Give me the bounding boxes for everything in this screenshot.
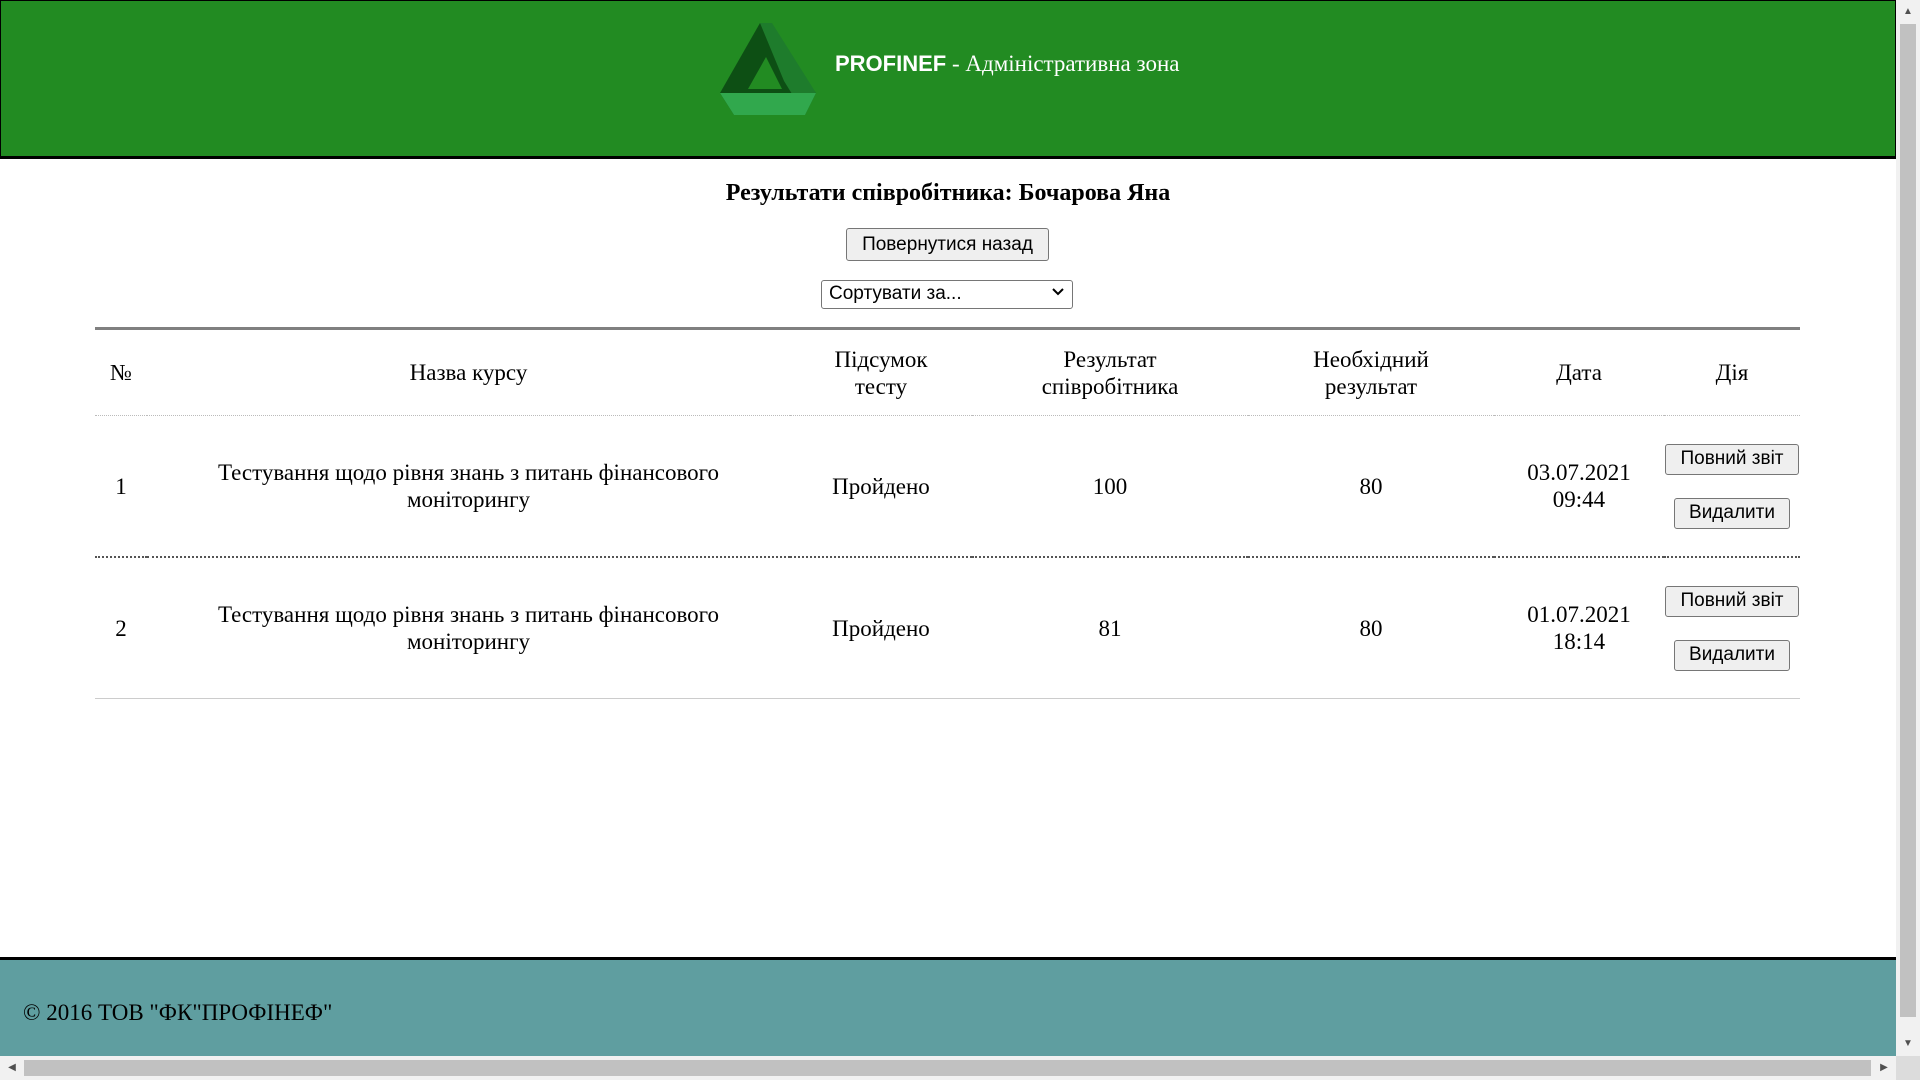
row-number: 2 — [95, 557, 147, 699]
vertical-scrollbar[interactable]: ▲ ▼ — [1896, 0, 1920, 1056]
triangle-logo-icon — [720, 23, 816, 115]
row-time-value: 18:14 — [1552, 629, 1606, 654]
brand-suffix: - Адміністративна зона — [946, 51, 1180, 76]
row-number: 1 — [95, 415, 147, 558]
vertical-scroll-thumb[interactable] — [1900, 24, 1916, 1017]
row-summary: Пройдено — [790, 415, 972, 558]
row-date: 03.07.2021 09:44 — [1494, 415, 1664, 558]
col-header-required-result-label: Необхідний результат — [1313, 346, 1429, 399]
col-header-course: Назва курсу — [147, 327, 790, 416]
table-header-row: № Назва курсу Підсумок тесту Результат с… — [95, 327, 1800, 416]
horizontal-scrollbar[interactable]: ◀ ▶ — [0, 1056, 1896, 1080]
row-date-value: 01.07.2021 — [1527, 602, 1631, 627]
brand-name: PROFINEF — [835, 51, 947, 76]
table-row: 1 Тестування щодо рівня знань з питань ф… — [95, 415, 1800, 558]
row-date: 01.07.2021 18:14 — [1494, 557, 1664, 699]
row-date-value: 03.07.2021 — [1527, 460, 1631, 485]
row-course-text: Тестування щодо рівня знань з питань фін… — [217, 602, 720, 654]
row-actions-group: Повний звіт Видалити — [1664, 585, 1800, 671]
delete-button[interactable]: Видалити — [1674, 497, 1790, 529]
row-actions-group: Повний звіт Видалити — [1664, 443, 1800, 529]
chevron-down-icon — [1050, 284, 1066, 305]
page-title: Результати співробітника: Бочарова Яна — [725, 180, 1171, 206]
col-header-summary: Підсумок тесту — [790, 327, 972, 416]
back-button[interactable]: Повернутися назад — [846, 228, 1049, 261]
footer: © 2016 ТОВ "ФК"ПРОФІНЕФ" — [0, 957, 1896, 1056]
scroll-left-arrow-icon[interactable]: ◀ — [0, 1056, 24, 1080]
col-header-employee-result: Результат співробітника — [972, 327, 1248, 416]
delete-button[interactable]: Видалити — [1674, 639, 1790, 671]
scroll-right-arrow-icon[interactable]: ▶ — [1872, 1056, 1896, 1080]
header: PROFINEF - Адміністративна зона — [0, 0, 1896, 159]
row-actions: Повний звіт Видалити — [1664, 415, 1800, 558]
col-header-employee-result-label: Результат співробітника — [1041, 346, 1179, 399]
col-header-required-result: Необхідний результат — [1248, 327, 1494, 416]
table-row: 2 Тестування щодо рівня знань з питань ф… — [95, 557, 1800, 699]
full-report-button[interactable]: Повний звіт — [1665, 443, 1799, 475]
row-course: Тестування щодо рівня знань з питань фін… — [147, 415, 790, 558]
col-header-number: № — [95, 327, 147, 416]
row-course: Тестування щодо рівня знань з питань фін… — [147, 557, 790, 699]
row-required-result: 80 — [1248, 415, 1494, 558]
col-header-summary-label: Підсумок тесту — [834, 346, 928, 399]
scrollbar-corner — [1896, 1056, 1920, 1080]
row-employee-result: 100 — [972, 415, 1248, 558]
results-table: № Назва курсу Підсумок тесту Результат с… — [95, 327, 1800, 699]
full-report-button[interactable]: Повний звіт — [1665, 585, 1799, 617]
row-employee-result: 81 — [972, 557, 1248, 699]
sort-select-value: Сортувати за... — [829, 283, 962, 304]
brand-title: PROFINEF - Адміністративна зона — [835, 51, 1179, 77]
sort-select[interactable]: Сортувати за... — [821, 280, 1073, 309]
row-summary: Пройдено — [790, 557, 972, 699]
col-header-date: Дата — [1494, 327, 1664, 416]
copyright-text: © 2016 ТОВ "ФК"ПРОФІНЕФ" — [23, 1000, 333, 1025]
row-actions: Повний звіт Видалити — [1664, 557, 1800, 699]
scroll-up-arrow-icon[interactable]: ▲ — [1896, 0, 1920, 24]
horizontal-scroll-thumb[interactable] — [24, 1060, 1871, 1076]
row-course-text: Тестування щодо рівня знань з питань фін… — [217, 460, 720, 512]
scroll-down-arrow-icon[interactable]: ▼ — [1896, 1032, 1920, 1056]
row-required-result: 80 — [1248, 557, 1494, 699]
col-header-action: Дія — [1664, 327, 1800, 416]
page-viewport: PROFINEF - Адміністративна зона Результа… — [0, 0, 1896, 1056]
row-time-value: 09:44 — [1552, 487, 1606, 512]
